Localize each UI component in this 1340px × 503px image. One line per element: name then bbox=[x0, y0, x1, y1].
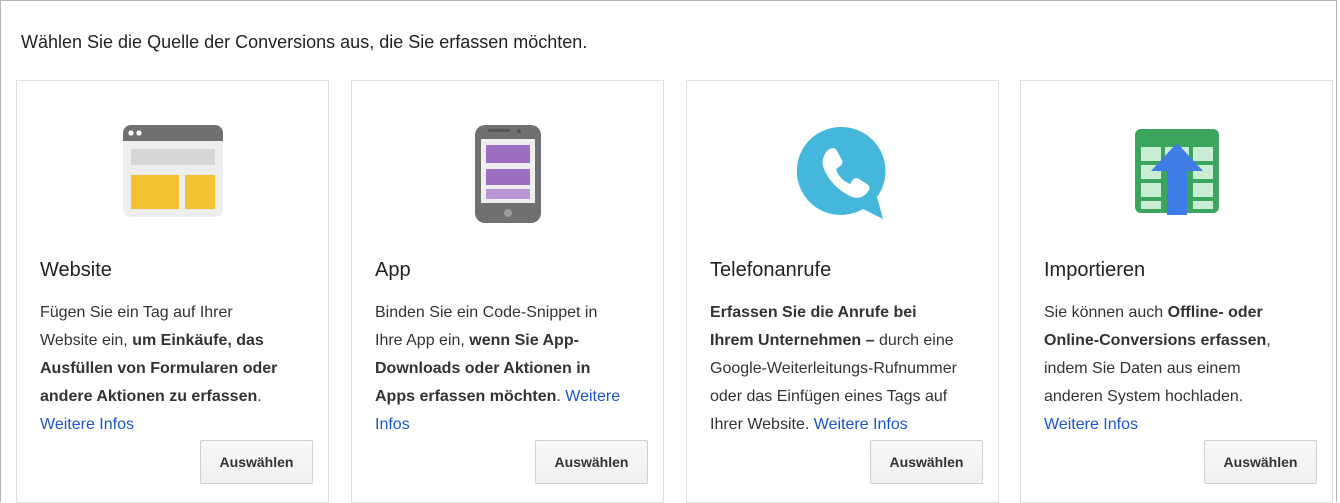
desc-text: . bbox=[556, 388, 566, 405]
import-spreadsheet-icon bbox=[1021, 125, 1332, 221]
conversion-source-panel: Wählen Sie die Quelle der Conversions au… bbox=[0, 0, 1337, 503]
card-description: Erfassen Sie die Anrufe bei Ihrem Untern… bbox=[710, 299, 960, 439]
desc-text: Sie können auch bbox=[1044, 304, 1168, 321]
website-browser-icon bbox=[17, 125, 328, 221]
card-title: Importieren bbox=[1044, 259, 1146, 281]
card-description: Fügen Sie ein Tag auf Ihrer Website ein,… bbox=[40, 299, 290, 439]
card-title: Telefonanrufe bbox=[710, 259, 832, 281]
card-title: App bbox=[375, 259, 411, 281]
card-phone-calls: Telefonanrufe Erfassen Sie die Anrufe be… bbox=[686, 80, 999, 503]
select-button[interactable]: Auswählen bbox=[535, 440, 648, 484]
learn-more-link[interactable]: Weitere Infos bbox=[814, 416, 908, 433]
card-title: Website bbox=[40, 259, 112, 281]
card-app: App Binden Sie ein Code-Snippet in Ihre … bbox=[351, 80, 664, 503]
intro-text: Wählen Sie die Quelle der Conversions au… bbox=[21, 32, 588, 52]
mobile-app-icon bbox=[352, 125, 663, 223]
card-description: Sie können auch Offline- oder Online-Con… bbox=[1044, 299, 1294, 439]
card-description: Binden Sie ein Code-Snippet in Ihre App … bbox=[375, 299, 625, 439]
select-button[interactable]: Auswählen bbox=[870, 440, 983, 484]
phone-call-icon bbox=[687, 125, 998, 221]
learn-more-link[interactable]: Weitere Infos bbox=[40, 416, 134, 433]
desc-text: . bbox=[257, 388, 262, 405]
select-button[interactable]: Auswählen bbox=[200, 440, 313, 484]
card-import: Importieren Sie können auch Offline- ode… bbox=[1020, 80, 1333, 503]
learn-more-link[interactable]: Weitere Infos bbox=[1044, 416, 1138, 433]
select-button[interactable]: Auswählen bbox=[1204, 440, 1317, 484]
card-website: Website Fügen Sie ein Tag auf Ihrer Webs… bbox=[16, 80, 329, 503]
